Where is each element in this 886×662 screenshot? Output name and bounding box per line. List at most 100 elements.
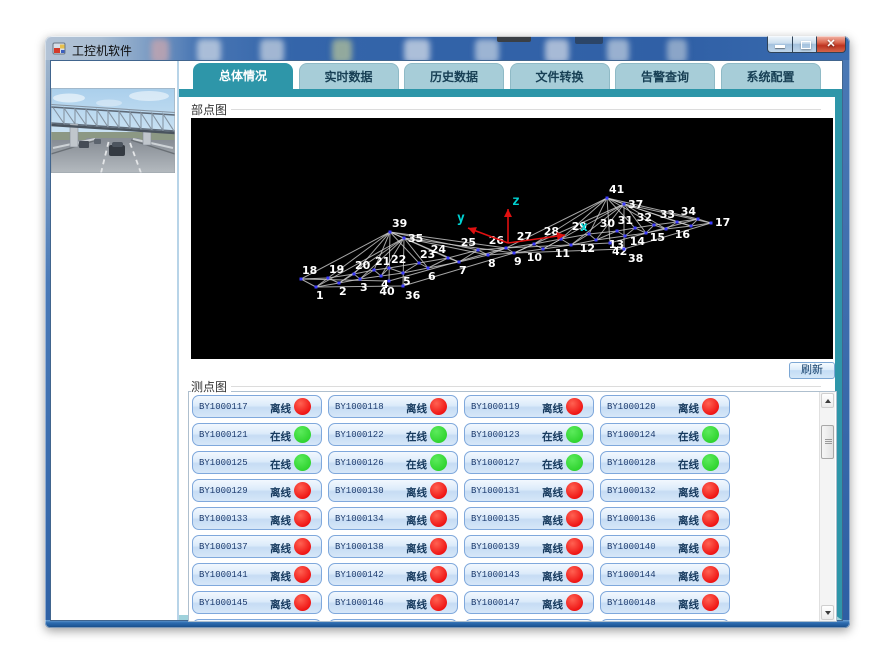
offline-indicator xyxy=(294,566,311,583)
sensor-card[interactable]: BY1000127在线 xyxy=(464,451,594,474)
svg-text:33: 33 xyxy=(660,208,675,221)
tab-strip xyxy=(179,89,842,97)
sensor-id: BY1000133 xyxy=(199,514,248,524)
sensor-id: BY1000139 xyxy=(471,542,520,552)
window-controls: ✕ xyxy=(767,36,846,54)
tab-5[interactable]: 告警查询 xyxy=(615,63,715,89)
scrollbar[interactable] xyxy=(819,392,835,621)
svg-text:y: y xyxy=(457,211,465,226)
tab-1[interactable]: 总体情况 xyxy=(193,63,293,89)
sensor-card[interactable]: BY1000146离线 xyxy=(328,591,458,614)
sensor-card[interactable]: BY1000145离线 xyxy=(192,591,322,614)
tab-6[interactable]: 系统配置 xyxy=(721,63,821,89)
sensor-id: BY1000131 xyxy=(471,486,520,496)
sensor-id: BY1000134 xyxy=(335,514,384,524)
groupbox-line2 xyxy=(231,386,821,387)
app-window: 工控机软件 ✕ xyxy=(45,36,850,628)
sensor-card[interactable]: BY1000122在线 xyxy=(328,423,458,446)
svg-text:40: 40 xyxy=(379,285,395,298)
sensor-status: 离线 xyxy=(270,569,291,584)
offline-indicator xyxy=(702,398,719,415)
window-border-right xyxy=(843,60,850,620)
sensor-status: 离线 xyxy=(542,485,563,500)
maximize-icon xyxy=(801,41,811,49)
sensor-card[interactable]: BY1000151离线 xyxy=(464,619,594,622)
sensor-card[interactable]: BY1000120离线 xyxy=(600,395,730,418)
sensor-status: 离线 xyxy=(406,401,427,416)
scroll-thumb[interactable] xyxy=(821,425,834,459)
refresh-button[interactable]: 刷新 xyxy=(789,362,835,379)
sensor-card[interactable]: BY1000140离线 xyxy=(600,535,730,558)
sensor-card[interactable]: BY1000147离线 xyxy=(464,591,594,614)
titlebar[interactable]: 工控机软件 xyxy=(45,36,850,60)
sensor-card[interactable]: BY1000131 离线 xyxy=(464,479,594,502)
sensor-card[interactable]: BY1000143离线 xyxy=(464,563,594,586)
scroll-up-icon xyxy=(825,399,831,403)
offline-indicator xyxy=(702,510,719,527)
sensor-card[interactable]: BY1000129离线 xyxy=(192,479,322,502)
sensor-card[interactable]: BY1000125在线 xyxy=(192,451,322,474)
sensor-card[interactable]: BY1000132离线 xyxy=(600,479,730,502)
online-indicator xyxy=(294,426,311,443)
sensor-id: BY1000135 xyxy=(471,514,520,524)
sensor-card[interactable]: BY1000137离线 xyxy=(192,535,322,558)
sensor-card[interactable]: BY1000136离线 xyxy=(600,507,730,530)
minimize-icon xyxy=(775,45,785,48)
sensor-id: BY1000144 xyxy=(607,570,656,580)
tab-2[interactable]: 实时数据 xyxy=(299,63,399,89)
offline-indicator xyxy=(566,594,583,611)
sensor-card[interactable]: BY1000121在线 xyxy=(192,423,322,446)
svg-text:42: 42 xyxy=(612,245,627,258)
tab-page-overview: 部点图 181920212223242526272829303132333412… xyxy=(179,97,842,620)
sensor-card[interactable]: BY1000133离线 xyxy=(192,507,322,530)
offline-indicator xyxy=(430,566,447,583)
sensor-status: 离线 xyxy=(270,485,291,500)
sensor-card[interactable]: BY1000144离线 xyxy=(600,563,730,586)
minimize-button[interactable] xyxy=(767,36,792,53)
sensor-card[interactable]: BY1000123在线 xyxy=(464,423,594,446)
sensor-card[interactable]: BY1000135离线 xyxy=(464,507,594,530)
svg-text:x: x xyxy=(580,220,588,235)
svg-text:31: 31 xyxy=(618,214,633,227)
maximize-button[interactable] xyxy=(792,36,817,53)
sensor-card[interactable]: BY1000134 离线 xyxy=(328,507,458,530)
sensor-card[interactable]: BY1000119离线 xyxy=(464,395,594,418)
sensor-card[interactable]: BY1000152离线 xyxy=(600,619,730,622)
sidebar xyxy=(51,61,179,620)
sensor-id: BY1000121 xyxy=(199,430,248,440)
sensor-card[interactable]: BY1000130离线 xyxy=(328,479,458,502)
sensor-card[interactable]: BY1000139离线 xyxy=(464,535,594,558)
sensor-id: BY1000147 xyxy=(471,598,520,608)
sensor-status: 离线 xyxy=(678,485,699,500)
sensor-card[interactable]: BY1000138离线 xyxy=(328,535,458,558)
sensor-status: 离线 xyxy=(270,541,291,556)
svg-text:15: 15 xyxy=(650,231,665,244)
main-content: 总体情况实时数据历史数据文件转换告警查询系统配置 部点图 18192021222… xyxy=(179,61,842,620)
sensor-card[interactable]: BY1000124在线 xyxy=(600,423,730,446)
sensor-card[interactable]: BY1000148离线 xyxy=(600,591,730,614)
offline-indicator xyxy=(430,398,447,415)
sensor-card[interactable]: BY1000117离线 xyxy=(192,395,322,418)
sensor-card[interactable]: BY1000141离线 xyxy=(192,563,322,586)
sensor-card[interactable]: BY1000118 离线 xyxy=(328,395,458,418)
tab-3[interactable]: 历史数据 xyxy=(404,63,504,89)
sensor-card[interactable]: BY1000128在线 xyxy=(600,451,730,474)
online-indicator xyxy=(566,454,583,471)
sensor-card[interactable]: BY1000149离线 xyxy=(192,619,322,622)
scroll-up-button[interactable] xyxy=(821,393,834,408)
sensor-id: BY1000138 xyxy=(335,542,384,552)
window-body: 总体情况实时数据历史数据文件转换告警查询系统配置 部点图 18192021222… xyxy=(50,60,843,621)
svg-text:14: 14 xyxy=(630,235,646,248)
bridge-3d-view[interactable]: 1819202122232425262728293031323334123456… xyxy=(191,118,833,359)
sensor-id: BY1000118 xyxy=(335,402,384,412)
sensor-status: 离线 xyxy=(406,513,427,528)
tab-4[interactable]: 文件转换 xyxy=(510,63,610,89)
sensor-card[interactable]: BY1000142离线 xyxy=(328,563,458,586)
sensor-status: 在线 xyxy=(678,429,699,444)
sensor-card[interactable]: BY1000126在线 xyxy=(328,451,458,474)
sensor-status: 离线 xyxy=(542,401,563,416)
offline-indicator xyxy=(702,482,719,499)
close-button[interactable]: ✕ xyxy=(817,36,846,53)
sensor-card[interactable]: BY1000150离线 xyxy=(328,619,458,622)
scroll-down-button[interactable] xyxy=(821,605,834,620)
